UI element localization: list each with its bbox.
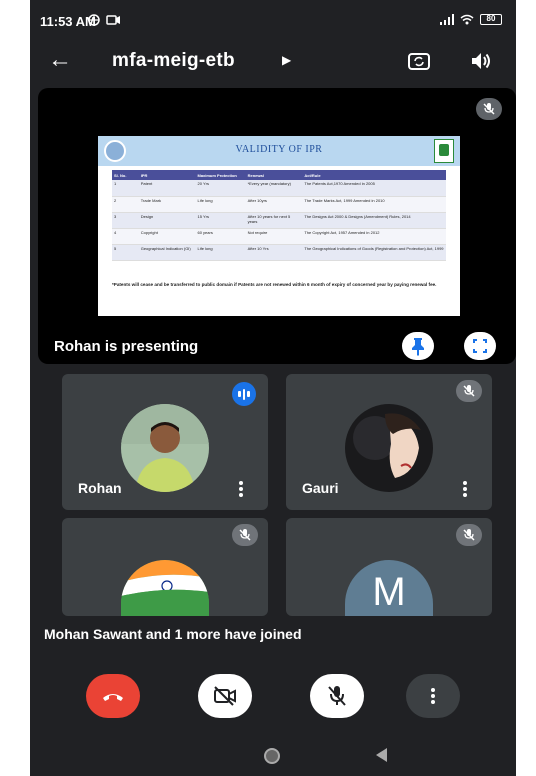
table-header: Act/Rule xyxy=(302,170,446,180)
presenting-label: Rohan is presenting xyxy=(54,338,199,355)
meet-app-screen: 11:53 AM 80 ← mfa-meig-etb ▶ VALIDITY OF… xyxy=(30,0,516,776)
table-cell: 3 xyxy=(112,212,139,229)
table-cell: Life long xyxy=(195,196,246,213)
shared-slide: VALIDITY OF IPR Sl. No. IPR Maximum Prot… xyxy=(98,136,460,316)
mic-off-icon xyxy=(328,686,346,706)
fullscreen-button[interactable] xyxy=(464,332,496,360)
back-arrow-icon[interactable]: ← xyxy=(48,46,72,74)
slide-header: VALIDITY OF IPR xyxy=(98,136,460,166)
caret-right-icon[interactable]: ▶ xyxy=(282,53,291,67)
mic-off-icon xyxy=(456,380,482,402)
table-cell: Trade Mark xyxy=(138,196,196,213)
presentation-view[interactable]: VALIDITY OF IPR Sl. No. IPR Maximum Prot… xyxy=(38,88,516,364)
phone-hangup-icon xyxy=(103,694,123,701)
table-cell: Patent xyxy=(138,180,196,197)
camera-off-icon xyxy=(214,686,236,706)
table-cell: After 10 years for next 5 years xyxy=(245,212,303,229)
signal-icon xyxy=(440,14,454,25)
table-row: 4 Copyright 60 years Not require The Cop… xyxy=(112,228,446,245)
more-options-icon[interactable] xyxy=(462,480,468,498)
table-row: 3 Design 15 Yrs After 10 years for next … xyxy=(112,212,446,229)
table-row: 1 Patent 20 Yrs *Every year (mandatory) … xyxy=(112,180,446,197)
camera-toggle-button[interactable] xyxy=(198,674,252,718)
participant-tile[interactable]: M xyxy=(286,518,492,616)
table-cell: 1 xyxy=(112,180,139,197)
table-cell: The Trade Marks Act, 1999 Amended in 201… xyxy=(302,196,446,213)
speaking-indicator-icon xyxy=(232,382,256,406)
table-cell: 15 Yrs xyxy=(195,212,246,229)
institution-logo-right xyxy=(434,139,454,163)
table-cell: The Patents Act,1970 Amended in 2005 xyxy=(302,180,446,197)
more-options-button[interactable] xyxy=(406,674,460,718)
table-cell: The Designs Act 2000 & Designs (Amendmen… xyxy=(302,212,446,229)
ipr-validity-table: Sl. No. IPR Maximum Protection Renewal A… xyxy=(112,170,446,261)
meeting-header: ← mfa-meig-etb ▶ xyxy=(30,44,516,80)
end-call-button[interactable] xyxy=(86,674,140,718)
table-cell: The Geographical Indications of Goods (R… xyxy=(302,244,446,261)
table-cell: After 10 Yrs xyxy=(245,244,303,261)
mic-off-icon xyxy=(476,98,502,120)
status-right-icons: 80 xyxy=(440,14,502,25)
table-cell: *Every year (mandatory) xyxy=(245,180,303,197)
slide-footnote: *Patents will cease and be transferred t… xyxy=(112,282,437,287)
mic-off-icon xyxy=(456,524,482,546)
avatar xyxy=(121,404,209,492)
table-cell: Not require xyxy=(245,228,303,245)
status-bar: 11:53 AM 80 xyxy=(30,10,516,34)
mic-off-icon xyxy=(232,524,258,546)
participant-name: Rohan xyxy=(78,480,122,496)
table-cell: 4 xyxy=(112,228,139,245)
table-cell: Geographical Indication (GI) xyxy=(138,244,196,261)
participant-name: Gauri xyxy=(302,480,339,496)
table-row: 2 Trade Mark Life long After 10yrs The T… xyxy=(112,196,446,213)
system-nav-bar xyxy=(30,736,516,776)
table-cell: 20 Yrs xyxy=(195,180,246,197)
speaker-icon[interactable] xyxy=(466,46,496,76)
meeting-code[interactable]: mfa-meig-etb xyxy=(112,50,235,72)
slide-title: VALIDITY OF IPR xyxy=(235,144,323,155)
avatar-initial: M xyxy=(372,570,406,614)
table-cell: 5 xyxy=(112,244,139,261)
switch-camera-icon[interactable] xyxy=(404,46,434,76)
status-notification-icons xyxy=(88,14,122,29)
participant-tile[interactable] xyxy=(62,518,268,616)
avatar xyxy=(345,404,433,492)
table-header: Sl. No. xyxy=(112,170,139,180)
home-button-icon[interactable] xyxy=(264,748,280,764)
mic-toggle-button[interactable] xyxy=(310,674,364,718)
table-cell: Life long xyxy=(195,244,246,261)
table-cell: 60 years xyxy=(195,228,246,245)
more-options-icon[interactable] xyxy=(238,480,244,498)
wifi-icon xyxy=(460,14,474,25)
battery-icon: 80 xyxy=(480,14,502,25)
table-cell: After 10yrs xyxy=(245,196,303,213)
table-cell: Copyright xyxy=(138,228,196,245)
avatar: M xyxy=(345,560,433,616)
pin-button[interactable] xyxy=(402,332,434,360)
table-cell: 2 xyxy=(112,196,139,213)
avatar xyxy=(121,560,209,616)
table-cell: Design xyxy=(138,212,196,229)
join-notification: Mohan Sawant and 1 more have joined xyxy=(44,626,302,642)
back-triangle-icon[interactable] xyxy=(376,748,387,762)
more-vert-icon xyxy=(431,688,435,704)
table-cell: The Copyright Act, 1957 Amended in 2012 xyxy=(302,228,446,245)
table-row: 5 Geographical Indication (GI) Life long… xyxy=(112,244,446,261)
participant-tile[interactable]: Rohan xyxy=(62,374,268,510)
table-header: Renewal xyxy=(245,170,303,180)
table-header: IPR xyxy=(138,170,196,180)
table-header: Maximum Protection xyxy=(195,170,246,180)
participant-tile[interactable]: Gauri xyxy=(286,374,492,510)
